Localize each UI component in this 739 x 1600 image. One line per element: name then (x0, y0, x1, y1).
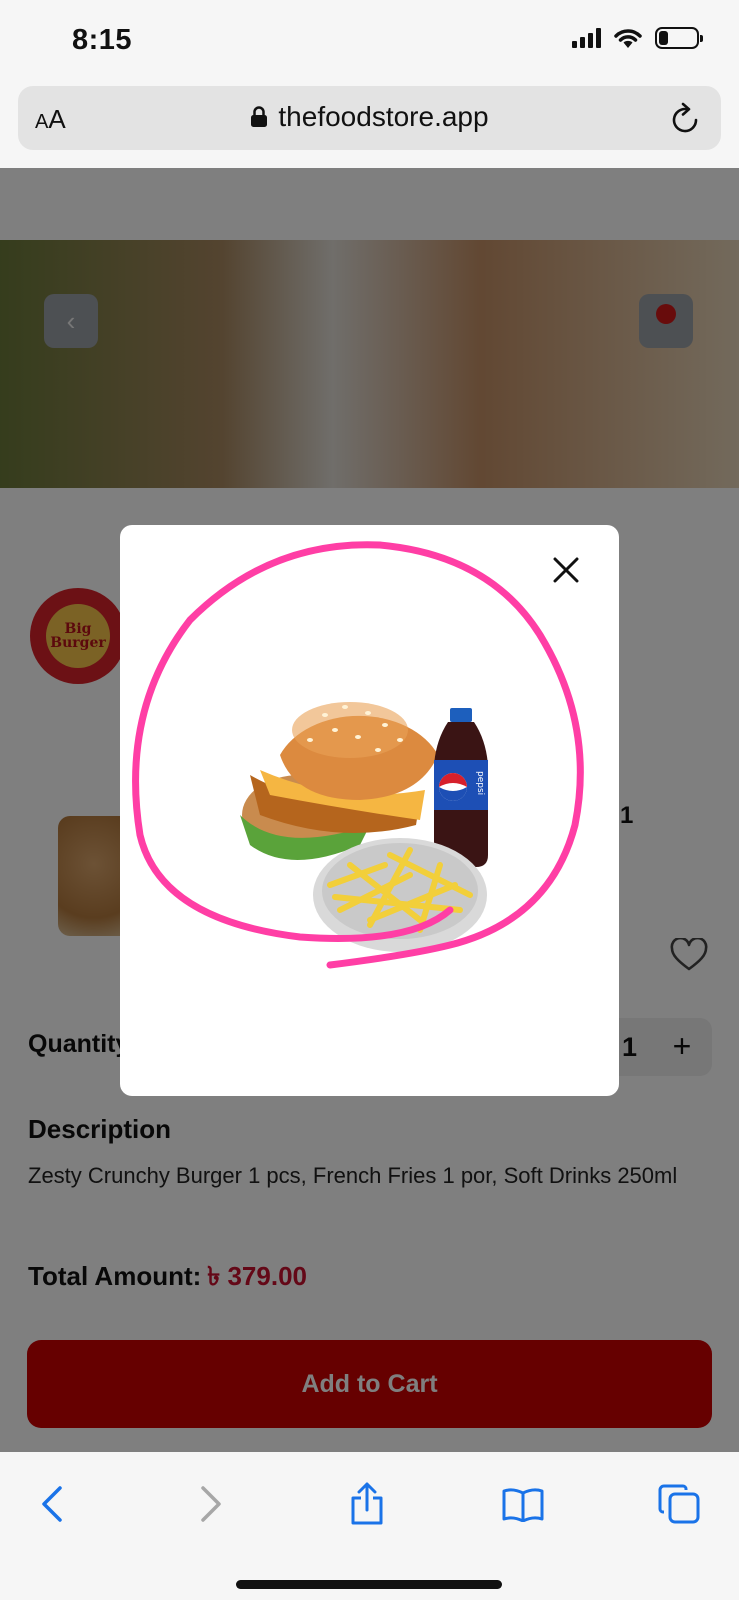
tabs-button[interactable] (655, 1480, 703, 1528)
back-icon (42, 1486, 62, 1522)
status-bar: 8:15 (0, 0, 739, 82)
forward-icon (201, 1486, 221, 1522)
image-modal: pepsi (120, 525, 619, 1096)
home-indicator[interactable] (236, 1580, 502, 1589)
close-icon (553, 557, 579, 583)
tabs-icon (658, 1484, 700, 1524)
status-icons (572, 27, 703, 49)
url-text: thefoodstore.app (278, 101, 489, 132)
lock-icon (251, 106, 268, 127)
product-image: pepsi (132, 541, 584, 969)
share-button[interactable] (343, 1480, 391, 1528)
browser-toolbar (0, 1452, 739, 1600)
back-nav-button[interactable] (28, 1480, 76, 1528)
wifi-icon (614, 29, 642, 48)
cellular-signal-icon (572, 28, 601, 48)
status-time: 8:15 (72, 24, 133, 56)
reload-icon[interactable] (669, 101, 701, 135)
address-bar[interactable]: AA thefoodstore.app (18, 86, 721, 150)
bottle-brand-text: pepsi (475, 771, 485, 795)
share-icon (351, 1482, 383, 1525)
bookmarks-button[interactable] (499, 1480, 547, 1528)
close-button[interactable] (546, 550, 586, 590)
battery-icon (655, 27, 703, 49)
bookmarks-icon (502, 1488, 544, 1522)
url-field[interactable]: thefoodstore.app (18, 101, 721, 133)
forward-nav-button[interactable] (187, 1480, 235, 1528)
